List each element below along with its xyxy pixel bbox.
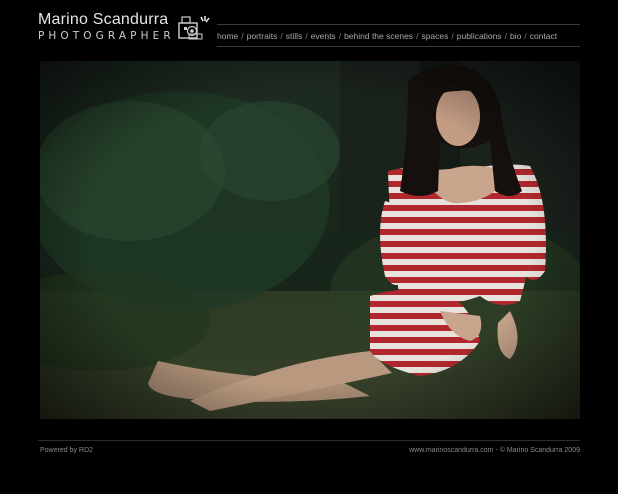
- nav-separator: /: [241, 31, 244, 41]
- brand-subtitle: PHOTOGRAPHER: [38, 30, 175, 42]
- main-nav: home / portraits / stills / events / behind …: [217, 31, 580, 41]
- nav-separator: /: [524, 31, 527, 41]
- nav-behind-the-scenes[interactable]: behind the scenes: [344, 31, 413, 41]
- nav-divider-top: [217, 24, 580, 25]
- nav-home[interactable]: home: [217, 31, 238, 41]
- nav-portraits[interactable]: portraits: [247, 31, 278, 41]
- brand[interactable]: Marino Scandurra PHOTOGRAPHER: [38, 11, 175, 42]
- nav-publications[interactable]: publications: [457, 31, 502, 41]
- photo-artwork: [40, 61, 580, 419]
- nav-separator: /: [416, 31, 419, 41]
- nav-bio[interactable]: bio: [510, 31, 521, 41]
- nav-separator: /: [504, 31, 508, 41]
- nav-separator: /: [451, 31, 454, 41]
- brand-name: Marino Scandurra: [38, 11, 169, 28]
- powered-by-link[interactable]: Powered by RD2: [40, 446, 93, 455]
- nav-stills[interactable]: stills: [286, 31, 303, 41]
- nav-contact[interactable]: contact: [530, 31, 557, 41]
- footer-divider: [38, 440, 580, 441]
- featured-photo[interactable]: [40, 61, 580, 419]
- camera-icon: [176, 14, 210, 42]
- nav-spaces[interactable]: spaces: [421, 31, 448, 41]
- nav-separator: /: [305, 31, 308, 41]
- nav-separator: /: [338, 31, 342, 41]
- nav-divider-bottom: [217, 46, 580, 47]
- nav-separator: /: [280, 31, 283, 41]
- nav-events[interactable]: events: [311, 31, 336, 41]
- copyright-text: www.marinoscandurra.com - © Marino Scand…: [409, 447, 580, 454]
